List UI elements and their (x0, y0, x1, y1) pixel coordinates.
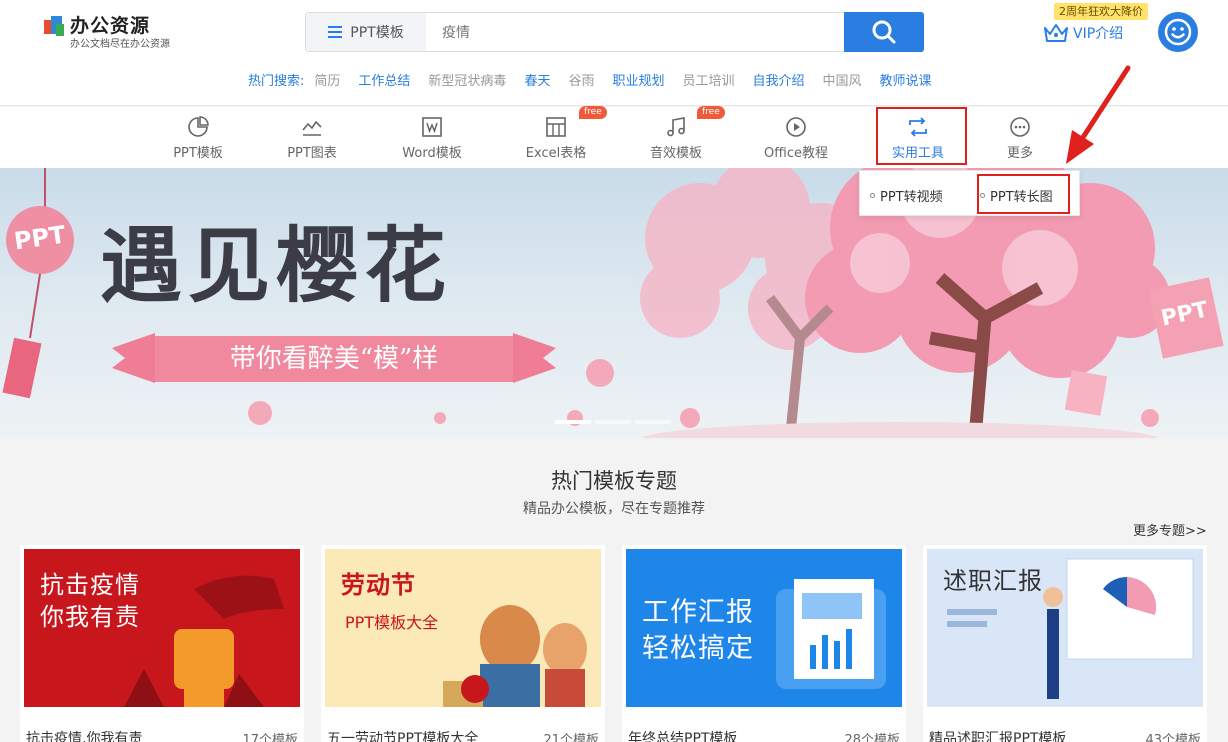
banner-title: 遇见樱花 (100, 218, 453, 314)
dropdown-item-ppt-to-video[interactable]: PPT转视频 (870, 186, 943, 205)
nav-label: Word模板 (402, 146, 462, 161)
hot-keyword-10[interactable]: 教师说课 (880, 70, 932, 89)
pie-chart-icon (188, 116, 209, 137)
nav-label: 音效模板 (649, 146, 702, 161)
hot-keyword-6[interactable]: 职业规划 (612, 70, 664, 89)
more-topics-link[interactable]: 更多专题>> (1133, 520, 1207, 539)
play-circle-icon (786, 117, 806, 137)
free-badge: free (697, 106, 725, 119)
hot-keyword-3[interactable]: 新型冠状病毒 (428, 70, 506, 89)
topic-card[interactable]: 工作汇报 轻松搞定 年终总结PPT模板 28个模板 (622, 545, 906, 742)
card-thumb-title: 抗击疫情 你我有责 (40, 571, 140, 631)
vip-link[interactable]: VIP介绍 (1043, 22, 1123, 44)
card-name: 五一劳动节PPT模板大全 (327, 731, 479, 742)
hot-keyword-8[interactable]: 自我介绍 (753, 70, 805, 89)
hot-keyword-4[interactable]: 春天 (524, 70, 550, 89)
carousel-dots (555, 420, 671, 424)
user-avatar[interactable] (1158, 12, 1198, 52)
card-count: 43个模板 (1145, 733, 1201, 742)
card-count: 21个模板 (543, 733, 599, 742)
more-icon (1010, 117, 1030, 137)
search-category-label: PPT模板 (350, 25, 404, 41)
category-nav: PPT模板 PPT图表 Word模板 Excel表格 free 音效模板 fre… (0, 106, 1228, 168)
nav-label: 更多 (1006, 146, 1033, 161)
nav-item-ppt-template[interactable]: PPT模板 (166, 107, 230, 168)
crown-icon (1044, 24, 1068, 42)
card-thumb-subtitle: PPT模板大全 (345, 613, 439, 632)
logo-title: 办公资源 (70, 15, 151, 37)
topic-card[interactable]: 劳动节 PPT模板大全 五一劳动节PPT模板大全 21个模板 (321, 545, 605, 742)
hot-keyword-2[interactable]: 工作总结 (358, 70, 410, 89)
carousel-dot[interactable] (635, 420, 671, 424)
card-name: 年终总结PPT模板 (628, 731, 738, 742)
search-button[interactable] (844, 12, 924, 52)
search-input[interactable] (426, 13, 844, 51)
nav-item-more[interactable]: 更多 (1000, 107, 1040, 168)
annotation-arrow-icon (1066, 65, 1131, 164)
card-count: 17个模板 (242, 733, 298, 742)
site-header: 办公资源 办公文档尽在办公资源 PPT模板 热门搜索: 简历 工作总结 新型冠状… (0, 0, 1228, 106)
card-thumbnail[interactable]: 述职汇报 (927, 549, 1203, 707)
nav-label: PPT模板 (173, 146, 223, 161)
hot-keyword-9[interactable]: 中国风 (823, 70, 862, 89)
hot-search: 热门搜索: 简历 工作总结 新型冠状病毒 春天 谷雨 职业规划 员工培训 自我介… (248, 70, 932, 89)
card-thumb-title: 劳动节 (341, 571, 416, 599)
search-category-select[interactable]: PPT模板 (306, 13, 426, 51)
bullet-icon (870, 193, 875, 198)
hot-keyword-5[interactable]: 谷雨 (568, 70, 594, 89)
card-name: 抗击疫情,你我有责 (26, 731, 143, 742)
free-badge: free (579, 106, 607, 119)
highlight-box-long-image (977, 174, 1070, 214)
nav-item-ppt-chart[interactable]: PPT图表 (280, 107, 344, 168)
card-thumbnail[interactable]: 抗击疫情 你我有责 (24, 549, 300, 707)
banner-ribbon-text: 带你看醉美“模”样 (229, 344, 439, 374)
search-bar: PPT模板 (305, 12, 924, 52)
smile-icon (1164, 18, 1192, 46)
card-thumbnail[interactable]: 劳动节 PPT模板大全 (325, 549, 601, 707)
card-thumb-title: 工作汇报 轻松搞定 (642, 597, 754, 664)
hot-search-label: 热门搜索: (248, 74, 305, 89)
logo-slogan: 办公文档尽在办公资源 (70, 39, 170, 50)
music-note-icon (667, 117, 685, 137)
vip-promo-badge[interactable]: 2周年狂欢大降价 (1054, 3, 1148, 20)
search-icon (872, 20, 896, 44)
section-subtitle: 精品办公模板，尽在专题推荐 (523, 501, 705, 517)
hot-keyword-7[interactable]: 员工培训 (682, 70, 734, 89)
nav-item-office-tutorial[interactable]: Office教程 (758, 107, 834, 168)
card-thumbnail[interactable]: 工作汇报 轻松搞定 (626, 549, 902, 707)
word-icon (422, 117, 442, 137)
nav-item-excel[interactable]: Excel表格 free (519, 106, 607, 168)
nav-item-word[interactable]: Word模板 (395, 107, 469, 168)
logo-mark-icon (44, 16, 66, 38)
carousel-dot[interactable] (595, 420, 631, 424)
site-logo[interactable]: 办公资源 办公文档尽在办公资源 (44, 14, 170, 51)
hot-keyword-1[interactable]: 简历 (314, 70, 340, 89)
topic-card[interactable]: 述职汇报 精品述职汇报PPT模板 43个模板 (923, 545, 1207, 742)
table-icon (546, 117, 566, 137)
card-name: 精品述职汇报PPT模板 (929, 731, 1067, 742)
section-title: 热门模板专题 (551, 469, 677, 493)
line-chart-icon (302, 120, 322, 136)
carousel-dot[interactable] (555, 420, 591, 424)
highlight-box-tools (876, 107, 967, 165)
card-thumb-title: 述职汇报 (943, 567, 1043, 595)
nav-label: Office教程 (764, 146, 828, 161)
topic-card[interactable]: 抗击疫情 你我有责 抗击疫情,你我有责 17个模板 (20, 545, 304, 742)
nav-label: Excel表格 (525, 146, 587, 161)
card-count: 28个模板 (844, 733, 900, 742)
menu-icon (328, 26, 343, 38)
vip-label: VIP介绍 (1073, 26, 1124, 42)
nav-item-audio[interactable]: 音效模板 free (641, 106, 725, 168)
nav-label: PPT图表 (287, 146, 337, 161)
